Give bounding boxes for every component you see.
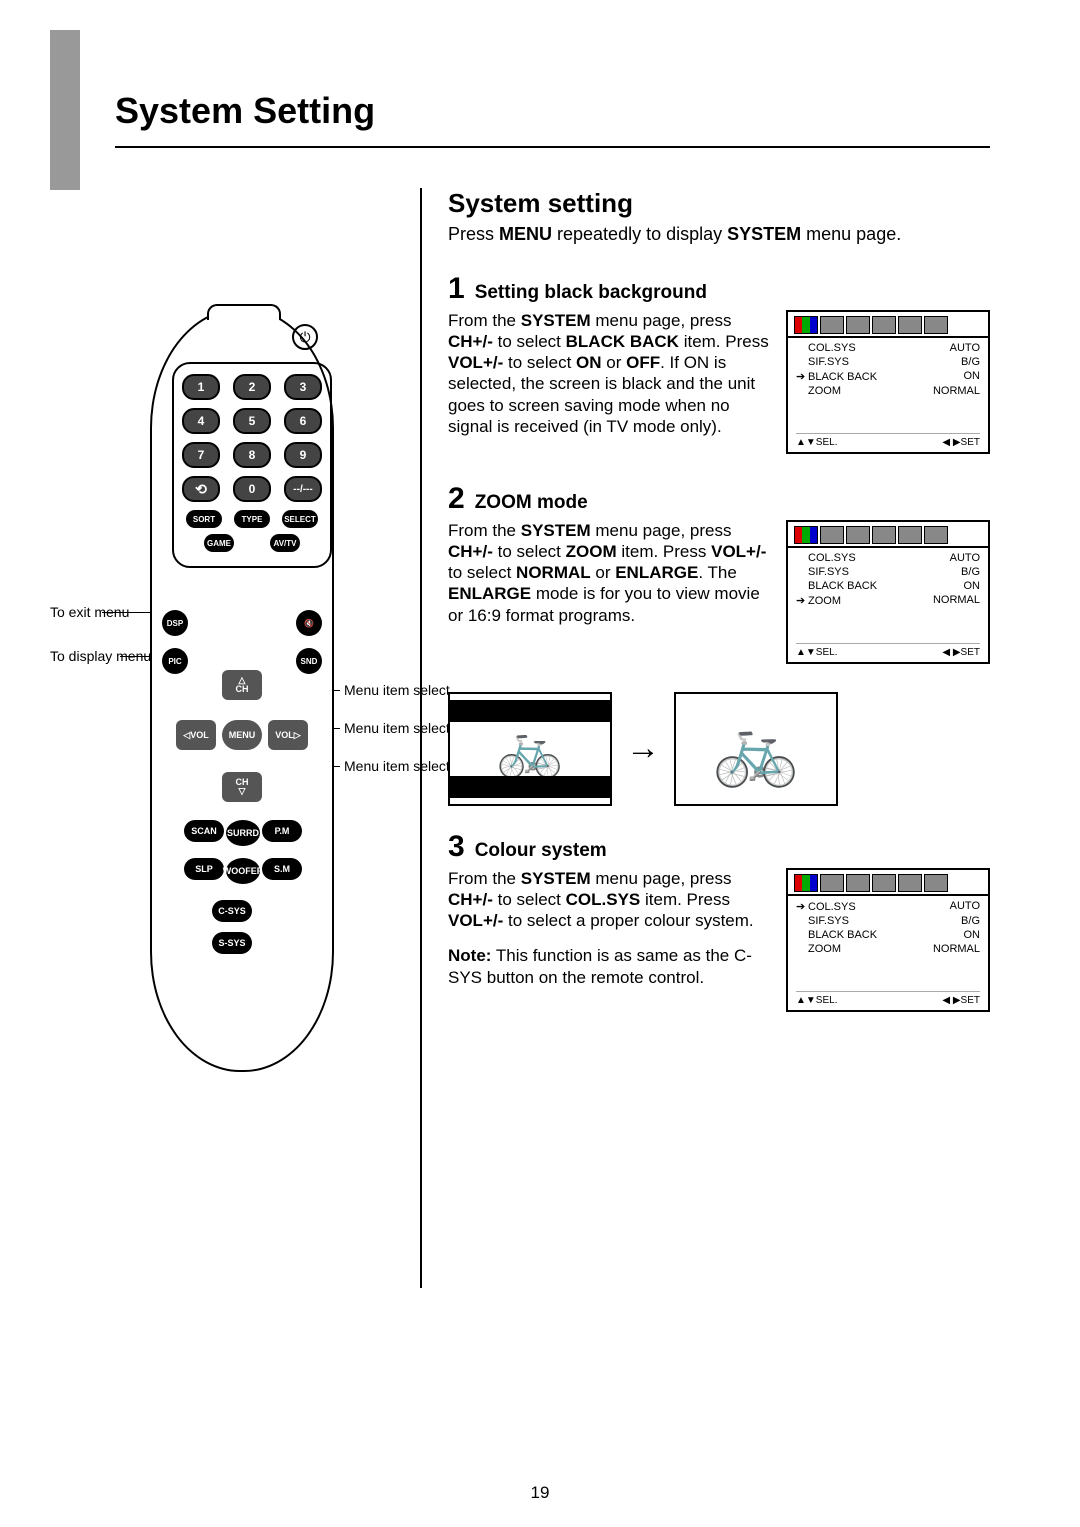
- page-title: System Setting: [115, 90, 990, 132]
- step-number: 3: [448, 830, 465, 864]
- section-heading: System setting: [448, 188, 990, 219]
- key-2[interactable]: 2: [233, 374, 271, 400]
- key-digits[interactable]: --/---: [284, 476, 322, 502]
- step-number: 1: [448, 272, 465, 306]
- step-text: From the SYSTEM menu page, press CH+/- t…: [448, 520, 770, 664]
- bike-icon: 🚲: [496, 722, 563, 776]
- tv-full: 🚲: [674, 692, 838, 806]
- step-text: From the SYSTEM menu page, press CH+/- t…: [448, 868, 770, 1012]
- key-5[interactable]: 5: [233, 408, 271, 434]
- key-7[interactable]: 7: [182, 442, 220, 468]
- remote-dpad: △CH CH▽ ◁VOL VOL▷ MENU: [176, 670, 308, 802]
- arrow-right-icon: →: [626, 729, 660, 768]
- label-menu-item-3: Menu item select: [344, 758, 450, 774]
- key-ch-down[interactable]: CH▽: [222, 772, 262, 802]
- key-woofer[interactable]: WOOFER: [226, 858, 260, 884]
- key-dsp[interactable]: DSP: [162, 610, 188, 636]
- key-game[interactable]: GAME: [204, 534, 234, 552]
- section-intro: Press MENU repeatedly to display SYSTEM …: [448, 223, 990, 246]
- key-1[interactable]: 1: [182, 374, 220, 400]
- osd-screen: ➔COL.SYSAUTOSIF.SYSB/GBLACK BACKONZOOMNO…: [786, 868, 990, 1012]
- remote-keypad: 1 2 3 4 5 6 7 8 9: [172, 362, 332, 568]
- key-sm[interactable]: S.M: [262, 858, 302, 880]
- key-vol-down[interactable]: ◁VOL: [176, 720, 216, 750]
- key-select[interactable]: SELECT: [282, 510, 318, 528]
- step-title: ZOOM mode: [475, 492, 588, 514]
- key-0[interactable]: 0: [233, 476, 271, 502]
- key-3[interactable]: 3: [284, 374, 322, 400]
- step-text: From the SYSTEM menu page, press CH+/- t…: [448, 310, 770, 454]
- page-number: 19: [0, 1483, 1080, 1503]
- tv-letterbox: 🚲: [448, 692, 612, 806]
- key-mute[interactable]: 🔇: [296, 610, 322, 636]
- step-title: Setting black background: [475, 282, 707, 304]
- key-csys[interactable]: C-SYS: [212, 900, 252, 922]
- key-6[interactable]: 6: [284, 408, 322, 434]
- bike-icon: 🚲: [712, 714, 799, 784]
- key-vol-up[interactable]: VOL▷: [268, 720, 308, 750]
- zoom-illustration: 🚲 → 🚲: [448, 692, 990, 806]
- left-column: To exit menu To display menu page Menu i…: [50, 188, 422, 1288]
- label-menu-item-1: Menu item select: [344, 682, 450, 698]
- remote-ir-window: [207, 304, 281, 320]
- key-ch-up[interactable]: △CH: [222, 670, 262, 700]
- power-button[interactable]: ⏻: [292, 324, 318, 350]
- remote-control: ⏻ 1 2 3 4 5 6 7: [150, 308, 334, 1072]
- title-rule: [115, 146, 990, 148]
- key-8[interactable]: 8: [233, 442, 271, 468]
- right-column: System setting Press MENU repeatedly to …: [442, 188, 990, 1288]
- key-sort[interactable]: SORT: [186, 510, 222, 528]
- key-ssys[interactable]: S-SYS: [212, 932, 252, 954]
- key-9[interactable]: 9: [284, 442, 322, 468]
- key-loop[interactable]: ⟲: [182, 476, 220, 502]
- key-type[interactable]: TYPE: [234, 510, 270, 528]
- step-title: Colour system: [475, 840, 607, 862]
- step-number: 2: [448, 482, 465, 516]
- key-scan[interactable]: SCAN: [184, 820, 224, 842]
- key-avtv[interactable]: AV/TV: [270, 534, 300, 552]
- sidebar-accent: [50, 30, 80, 190]
- key-surrd[interactable]: SURRD: [226, 820, 260, 846]
- key-slp[interactable]: SLP: [184, 858, 224, 880]
- osd-screen: COL.SYSAUTOSIF.SYSB/GBLACK BACKON➔ZOOMNO…: [786, 520, 990, 664]
- step-note: Note: This function is as same as the C-…: [448, 945, 770, 988]
- label-exit-menu: To exit menu: [50, 604, 129, 620]
- osd-screen: COL.SYSAUTOSIF.SYSB/G➔BLACK BACKONZOOMNO…: [786, 310, 990, 454]
- label-menu-item-2: Menu item select: [344, 720, 450, 736]
- key-pm[interactable]: P.M: [262, 820, 302, 842]
- key-4[interactable]: 4: [182, 408, 220, 434]
- key-menu[interactable]: MENU: [222, 720, 262, 750]
